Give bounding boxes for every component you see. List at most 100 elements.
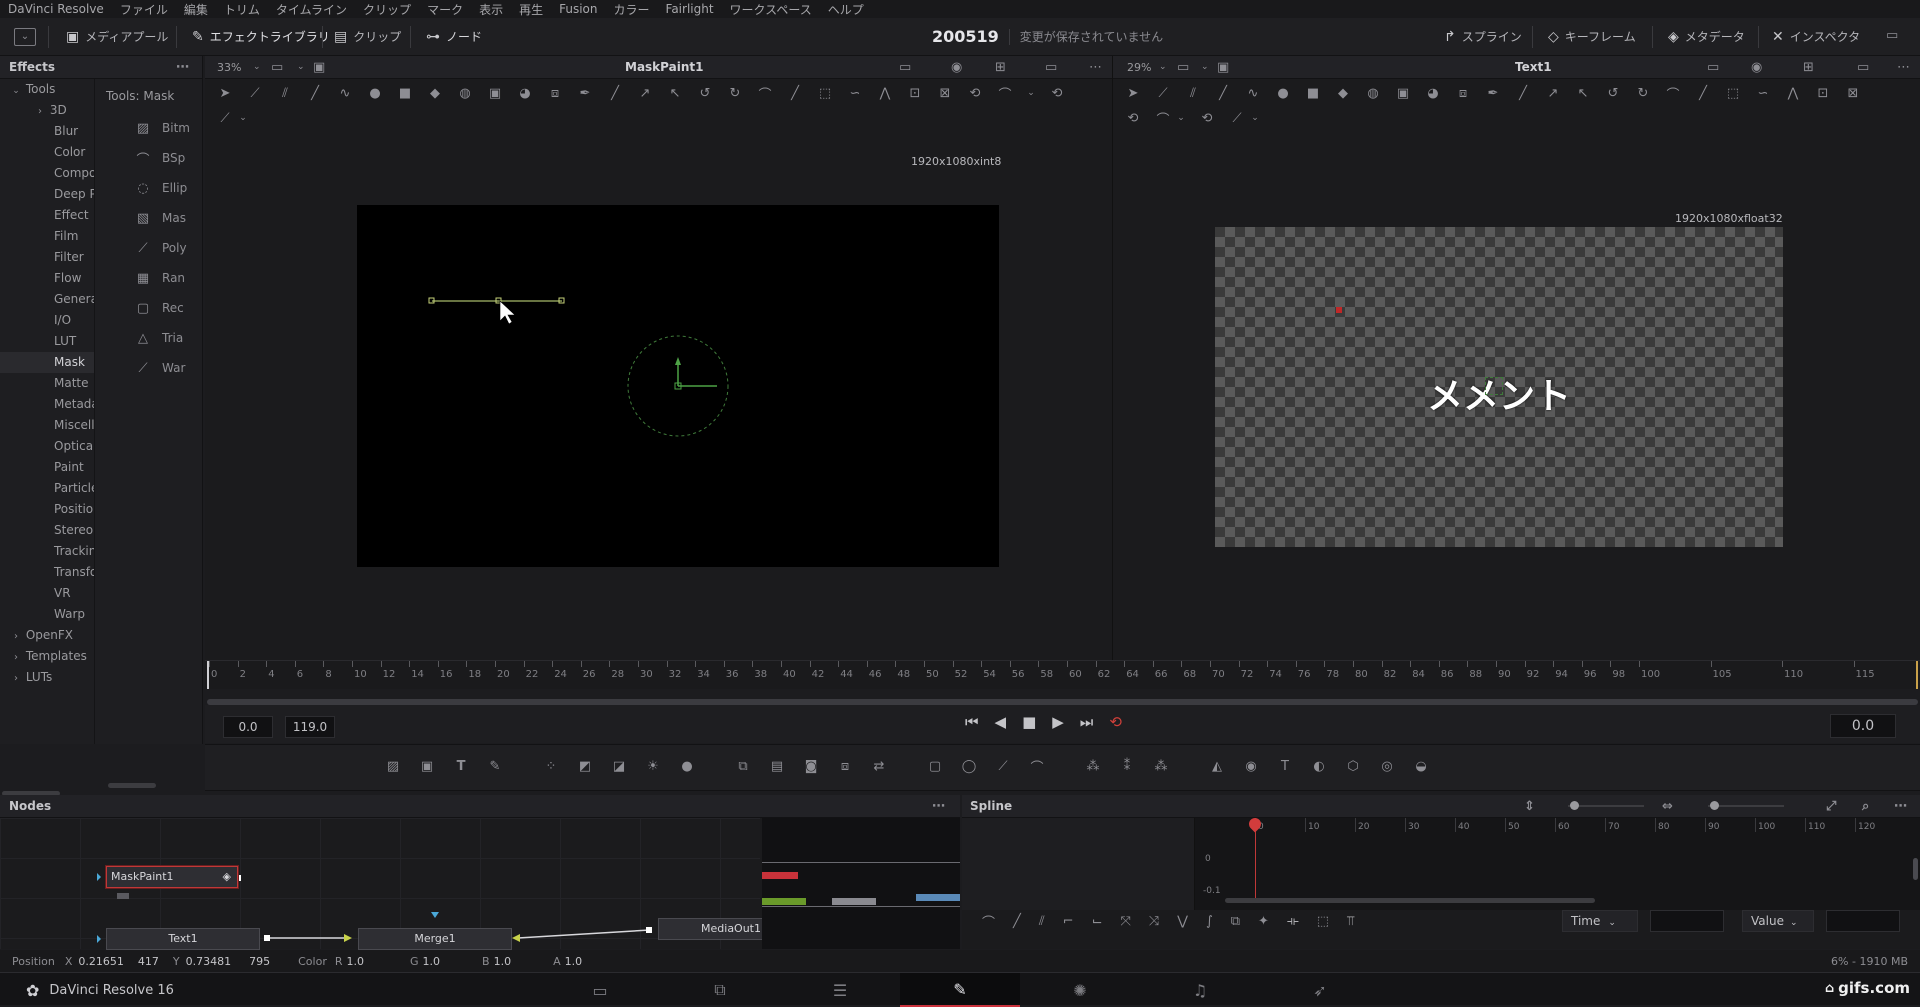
layout-icon[interactable]: ▭ xyxy=(1857,60,1869,75)
spline-button[interactable]: ↱スプライン xyxy=(1444,28,1522,45)
menu-timeline[interactable]: タイムライン xyxy=(276,1,347,18)
slider-thumb[interactable] xyxy=(1570,801,1579,810)
node-merge[interactable]: Merge1 xyxy=(358,928,512,950)
tree-item-warp[interactable]: Warp xyxy=(0,604,94,625)
menu-edit[interactable]: 編集 xyxy=(184,1,208,18)
follow-icon[interactable]: ⌒ xyxy=(997,84,1013,103)
ellipse-mask-icon[interactable]: ◯ xyxy=(959,759,979,774)
insert-icon[interactable]: ↗ xyxy=(637,86,653,101)
lut-icon[interactable]: ▭ xyxy=(1707,60,1719,75)
fit-icon[interactable]: ▭ xyxy=(1177,60,1189,75)
viewer-right-canvas[interactable]: メメント xyxy=(1215,227,1783,547)
shape-icon[interactable]: ⟲ xyxy=(1199,111,1215,126)
tool-mask-paint[interactable]: ▧Mas xyxy=(96,203,202,233)
viewer-right-zoom[interactable]: 29% xyxy=(1127,61,1151,74)
linear-key-icon[interactable]: ╱ xyxy=(1013,914,1021,929)
set-key-icon[interactable]: ✦ xyxy=(1258,914,1269,929)
paint-icon[interactable]: ◍ xyxy=(1365,86,1381,101)
menu-file[interactable]: ファイル xyxy=(120,1,168,18)
more-options-icon[interactable]: ⋯ xyxy=(176,60,189,75)
tree-item-templates[interactable]: › Templates xyxy=(0,646,94,667)
chevron-down-icon[interactable]: ⌄ xyxy=(1027,88,1035,98)
node-maskpaint[interactable]: MaskPaint1◈ xyxy=(106,866,238,888)
playhead[interactable] xyxy=(207,661,209,689)
tree-item-mask[interactable]: Mask xyxy=(0,352,94,373)
copy-ellipse-icon[interactable]: ◕ xyxy=(1425,86,1441,101)
chevron-down-icon[interactable]: ⌄ xyxy=(297,62,305,72)
tree-item-color[interactable]: Color xyxy=(0,142,94,163)
channel-icon[interactable]: ◉ xyxy=(1751,60,1762,75)
tree-item-stereo[interactable]: Stereo xyxy=(0,520,94,541)
node-mediaout[interactable]: MediaOut1 xyxy=(658,918,766,940)
shape-box-icon[interactable]: ⬚ xyxy=(1317,914,1329,929)
select-points-icon[interactable]: ↺ xyxy=(1605,86,1621,101)
viewer-left-zoom[interactable]: 33% xyxy=(217,61,241,74)
tools-scrollbar[interactable] xyxy=(108,783,156,788)
camera-3d-icon[interactable]: ◎ xyxy=(1377,759,1397,774)
more-options-icon[interactable]: ⋯ xyxy=(1089,60,1102,75)
go-to-end-icon[interactable]: ⏭ xyxy=(1080,713,1094,731)
multistroke-icon[interactable]: ⟋ xyxy=(247,86,263,101)
tree-item-metadata[interactable]: Metada xyxy=(0,394,94,415)
page-color-icon[interactable]: ✺ xyxy=(1020,974,1140,1006)
box-icon[interactable]: ⬚ xyxy=(817,86,833,101)
stop-icon[interactable]: ■ xyxy=(1022,713,1036,731)
copy-ellipse-icon[interactable]: ◕ xyxy=(517,86,533,101)
slider-thumb[interactable] xyxy=(1710,801,1719,810)
invert-icon[interactable]: ⫽ xyxy=(1039,914,1045,929)
tree-item-blur[interactable]: Blur xyxy=(0,121,94,142)
tool-rectangle[interactable]: ▢Rec xyxy=(96,293,202,323)
value-dropdown[interactable]: Value⌄ xyxy=(1742,910,1814,932)
fullscreen-icon[interactable]: ▭ xyxy=(1886,28,1898,43)
particle-emitter-icon[interactable]: ⁂ xyxy=(1083,759,1103,774)
tree-item-matte[interactable]: Matte xyxy=(0,373,94,394)
tool-triangle[interactable]: △Tria xyxy=(96,323,202,353)
tool-wand[interactable]: ⟋War xyxy=(96,353,202,383)
pointer-icon[interactable]: ➤ xyxy=(1125,86,1141,101)
tree-item-flow[interactable]: Flow xyxy=(0,268,94,289)
transform-icon[interactable]: ⧈ xyxy=(1455,86,1471,101)
merge-tool-icon[interactable]: ⧉ xyxy=(733,759,753,774)
brightness-tool-icon[interactable]: ☀ xyxy=(643,759,663,774)
node-navigator[interactable] xyxy=(762,818,960,949)
grid-icon[interactable]: ⊞ xyxy=(1803,60,1814,75)
menu-workspace[interactable]: ワークスペース xyxy=(730,1,812,18)
tree-item-tools[interactable]: ⌄ Tools xyxy=(0,79,94,100)
menu-fairlight[interactable]: Fairlight xyxy=(666,2,714,16)
page-fusion-icon[interactable]: ✎ xyxy=(900,973,1020,1007)
text-tool-icon[interactable]: T xyxy=(451,759,471,774)
page-fairlight-icon[interactable]: ♫ xyxy=(1140,974,1260,1006)
polyline-stroke-icon[interactable]: ∿ xyxy=(1245,86,1261,101)
menu-trim[interactable]: トリム xyxy=(224,1,260,18)
renderer-3d-icon[interactable]: ⬡ xyxy=(1343,759,1363,774)
step-in-icon[interactable]: ⌐ xyxy=(1063,914,1074,929)
transform-icon[interactable]: ⧈ xyxy=(547,86,563,101)
render-end-marker[interactable] xyxy=(1916,661,1918,689)
circle-icon[interactable]: ● xyxy=(1275,86,1291,101)
draw-icon[interactable]: ╱ xyxy=(607,86,623,101)
merge-3d-icon[interactable]: ◉ xyxy=(1241,759,1261,774)
tree-item-miscellaneous[interactable]: Miscell xyxy=(0,415,94,436)
grid-icon[interactable]: ⊞ xyxy=(995,60,1006,75)
linear-icon[interactable]: ⋀ xyxy=(877,86,893,101)
tree-item-paint[interactable]: Paint xyxy=(0,457,94,478)
effects-library-button[interactable]: ✎エフェクトライブラリ xyxy=(192,28,330,45)
menu-help[interactable]: ヘルプ xyxy=(828,1,864,18)
publish-icon[interactable]: ⟲ xyxy=(1125,111,1141,126)
metadata-button[interactable]: ◈メタデータ xyxy=(1668,28,1745,45)
modify-icon[interactable]: ↖ xyxy=(1575,86,1591,101)
shape-3d-icon[interactable]: ◭ xyxy=(1207,759,1227,774)
channel-icon[interactable]: ◉ xyxy=(951,60,962,75)
tree-item-transform[interactable]: Transfo xyxy=(0,562,94,583)
media-pool-button[interactable]: ▣メディアプール xyxy=(66,28,168,45)
tree-item-3d[interactable]: › 3D xyxy=(0,100,94,121)
node-graph[interactable]: MaskPaint1◈ Text1 Merge1 MediaOut1 xyxy=(0,818,760,949)
paint-icon[interactable]: ◍ xyxy=(457,86,473,101)
reshape-icon[interactable]: ⊡ xyxy=(1815,86,1831,101)
loop-key-icon[interactable]: ⋁ xyxy=(1177,914,1188,929)
tool-bspline[interactable]: ⌒BSp xyxy=(96,143,202,173)
spline-graph[interactable]: 0102030405060708090100110120 0 -0.1 xyxy=(1195,818,1920,910)
smooth-icon[interactable]: ∽ xyxy=(1755,86,1771,101)
loader-tool-icon[interactable]: ▣ xyxy=(417,759,437,774)
clone-multistroke-icon[interactable]: ⫽ xyxy=(277,86,293,101)
